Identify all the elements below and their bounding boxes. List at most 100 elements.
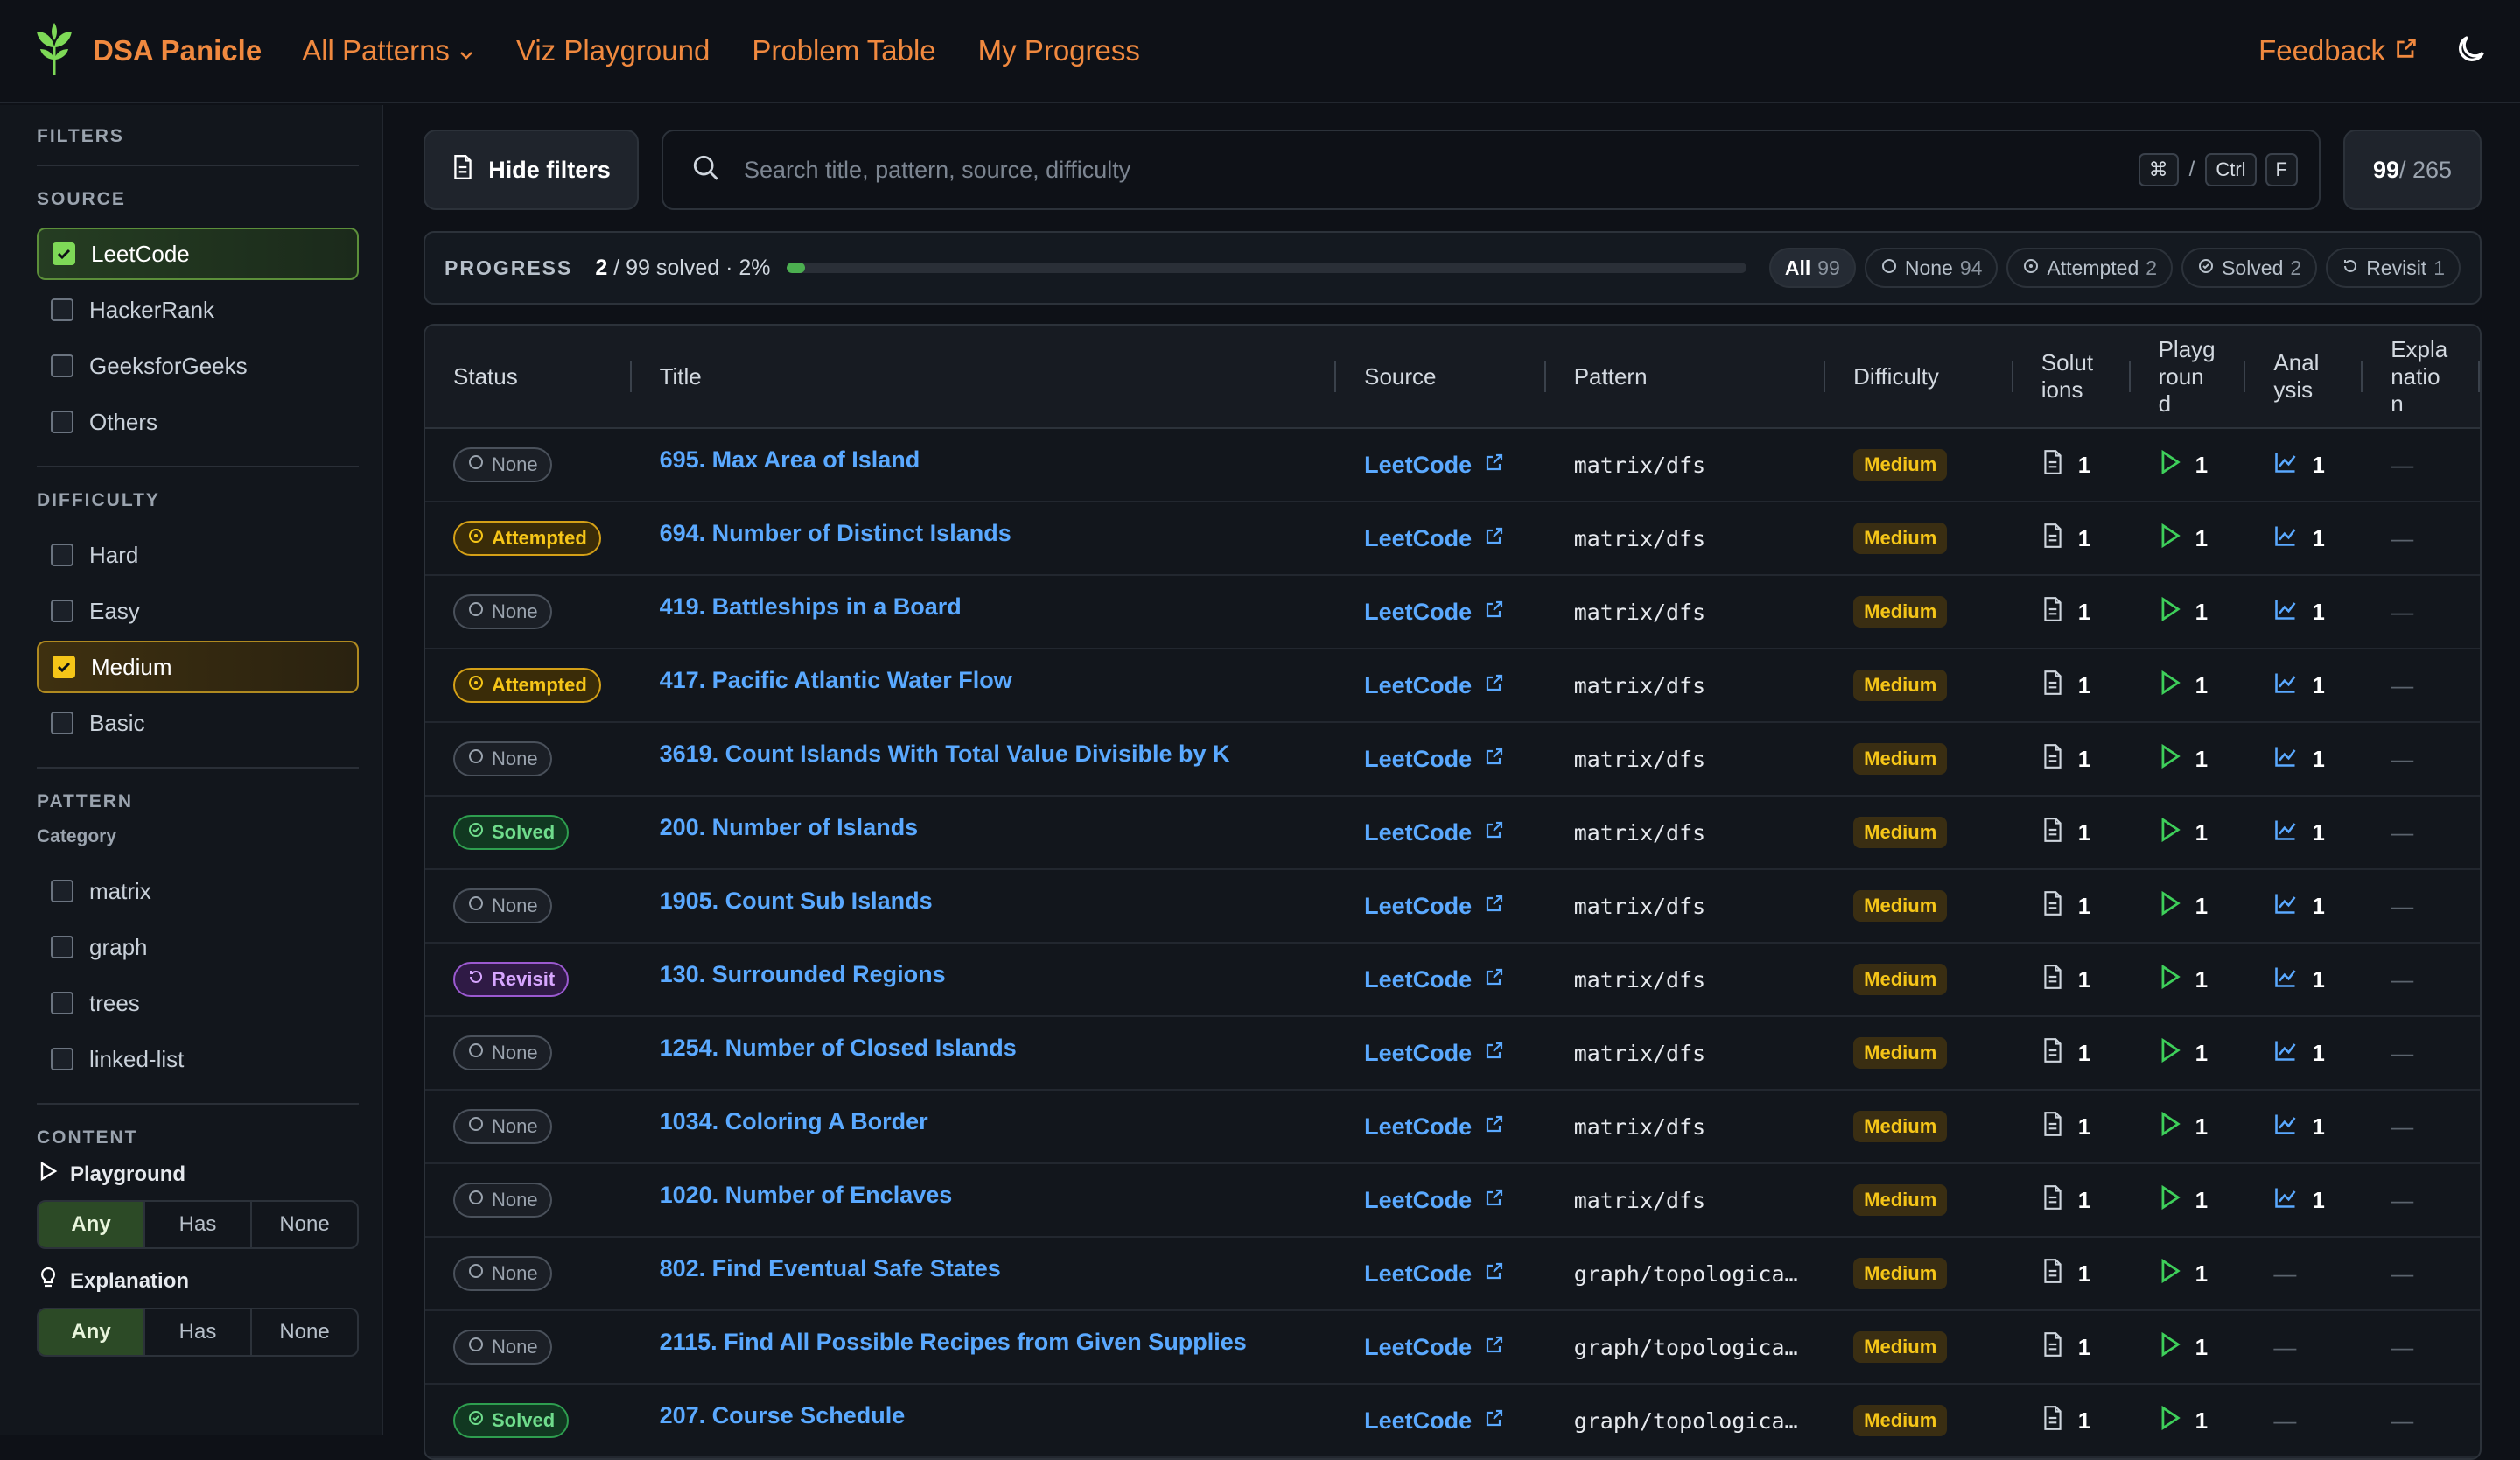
problem-title-link[interactable]: 1254. Number of Closed Islands (660, 1035, 1017, 1062)
filter-source-hackerrank[interactable]: HackerRank (37, 284, 359, 336)
solutions-count[interactable]: 1 (2041, 964, 2090, 996)
analysis-count[interactable]: 1 (2273, 450, 2325, 481)
status-badge[interactable]: None (453, 741, 552, 776)
filter-pattern-linked-list[interactable]: linked-list (37, 1033, 359, 1085)
header-source[interactable]: Source (1336, 326, 1546, 427)
playground-count[interactable]: 1 (2159, 890, 2208, 923)
status-badge[interactable]: None (453, 1035, 552, 1070)
header-status[interactable]: Status (425, 326, 632, 427)
analysis-count[interactable]: 1 (2273, 744, 2325, 775)
table-row[interactable]: None 419. Battleships in a Board LeetCode m… (425, 576, 2480, 649)
table-row[interactable]: None 1034. Coloring A Border LeetCode matri… (425, 1091, 2480, 1164)
playground-has-option[interactable]: Has (145, 1202, 252, 1247)
playground-count[interactable]: 1 (2159, 1037, 2208, 1070)
source-link[interactable]: LeetCode (1364, 1187, 1505, 1214)
status-badge[interactable]: None (453, 888, 552, 923)
table-row[interactable]: None 3619. Count Islands With Total Value… (425, 723, 2480, 797)
filter-source-geeksforgeeks[interactable]: GeeksforGeeks (37, 340, 359, 392)
hide-filters-button[interactable]: Hide filters (424, 130, 639, 210)
source-link[interactable]: LeetCode (1364, 819, 1505, 846)
solutions-count[interactable]: 1 (2041, 1331, 2090, 1364)
status-badge[interactable]: Attempted (453, 521, 601, 556)
source-link[interactable]: LeetCode (1364, 966, 1505, 993)
playground-count[interactable]: 1 (2159, 1184, 2208, 1217)
problem-title-link[interactable]: 694. Number of Distinct Islands (660, 520, 1012, 547)
table-row[interactable]: None 695. Max Area of Island LeetCode matri… (425, 429, 2480, 502)
analysis-count[interactable]: 1 (2273, 597, 2325, 628)
playground-count[interactable]: 1 (2159, 670, 2208, 702)
filter-difficulty-medium[interactable]: Medium (37, 641, 359, 693)
nav-my-progress[interactable]: My Progress (978, 34, 1140, 67)
source-link[interactable]: LeetCode (1364, 893, 1505, 920)
header-playground[interactable]: Playg roun d (2131, 326, 2246, 427)
nav-all-patterns[interactable]: All Patterns (302, 34, 474, 67)
analysis-count[interactable]: 1 (2273, 1038, 2325, 1069)
filter-difficulty-easy[interactable]: Easy (37, 585, 359, 637)
playground-count[interactable]: 1 (2159, 743, 2208, 776)
header-analysis[interactable]: Anal ysis (2245, 326, 2363, 427)
filter-pattern-matrix[interactable]: matrix (37, 865, 359, 917)
playground-count[interactable]: 1 (2159, 964, 2208, 996)
table-row[interactable]: None 802. Find Eventual Safe States LeetCo… (425, 1238, 2480, 1311)
problem-title-link[interactable]: 695. Max Area of Island (660, 446, 920, 474)
playground-any-option[interactable]: Any (38, 1202, 145, 1247)
playground-count[interactable]: 1 (2159, 596, 2208, 628)
analysis-count[interactable]: 1 (2273, 1112, 2325, 1142)
header-solutions[interactable]: Solut ions (2013, 326, 2131, 427)
source-link[interactable]: LeetCode (1364, 1260, 1505, 1288)
table-row[interactable]: None 1254. Number of Closed Islands LeetCo… (425, 1017, 2480, 1091)
explanation-none-option[interactable]: None (252, 1309, 357, 1355)
table-row[interactable]: Attempted 417. Pacific Atlantic Water Flo… (425, 649, 2480, 723)
playground-none-option[interactable]: None (252, 1202, 357, 1247)
nav-viz-playground[interactable]: Viz Playground (516, 34, 710, 67)
filter-difficulty-hard[interactable]: Hard (37, 529, 359, 581)
table-row[interactable]: Attempted 694. Number of Distinct Islands… (425, 502, 2480, 576)
header-title[interactable]: Title (632, 326, 1337, 427)
filter-difficulty-basic[interactable]: Basic (37, 697, 359, 749)
column-resize-handle[interactable] (2477, 361, 2480, 392)
filter-pattern-trees[interactable]: trees (37, 977, 359, 1029)
source-link[interactable]: LeetCode (1364, 1113, 1505, 1141)
source-link[interactable]: LeetCode (1364, 1334, 1505, 1361)
table-row[interactable]: Revisit 130. Surrounded Regions LeetCode ma… (425, 944, 2480, 1017)
chip-revisit[interactable]: Revisit 1 (2326, 248, 2460, 288)
problem-title-link[interactable]: 1034. Coloring A Border (660, 1108, 928, 1135)
source-link[interactable]: LeetCode (1364, 599, 1505, 626)
brand[interactable]: DSA Panicle (32, 21, 262, 81)
playground-count[interactable]: 1 (2159, 1111, 2208, 1143)
filter-pattern-graph[interactable]: graph (37, 921, 359, 973)
analysis-count[interactable]: 1 (2273, 670, 2325, 701)
feedback-link[interactable]: Feedback (2258, 34, 2418, 67)
solutions-count[interactable]: 1 (2041, 670, 2090, 702)
solutions-count[interactable]: 1 (2041, 817, 2090, 849)
solutions-count[interactable]: 1 (2041, 1258, 2090, 1290)
table-row[interactable]: None 1020. Number of Enclaves LeetCode matr… (425, 1164, 2480, 1238)
problem-title-link[interactable]: 1905. Count Sub Islands (660, 888, 933, 915)
problem-title-link[interactable]: 417. Pacific Atlantic Water Flow (660, 667, 1012, 694)
table-row[interactable]: None 1905. Count Sub Islands LeetCode matri… (425, 870, 2480, 944)
status-badge[interactable]: None (453, 1256, 552, 1291)
source-link[interactable]: LeetCode (1364, 525, 1505, 552)
table-row[interactable]: None 2115. Find All Possible Recipes from… (425, 1311, 2480, 1385)
analysis-count[interactable]: 1 (2273, 891, 2325, 922)
playground-count[interactable]: 1 (2159, 1405, 2208, 1437)
header-pattern[interactable]: Pattern (1546, 326, 1826, 427)
solutions-count[interactable]: 1 (2041, 743, 2090, 776)
nav-problem-table[interactable]: Problem Table (752, 34, 935, 67)
analysis-count[interactable]: 1 (2273, 1185, 2325, 1216)
solutions-count[interactable]: 1 (2041, 596, 2090, 628)
solutions-count[interactable]: 1 (2041, 1184, 2090, 1217)
theme-toggle-moon-icon[interactable] (2454, 32, 2488, 71)
problem-title-link[interactable]: 130. Surrounded Regions (660, 961, 946, 988)
problem-title-link[interactable]: 802. Find Eventual Safe States (660, 1255, 1001, 1282)
explanation-any-option[interactable]: Any (38, 1309, 145, 1355)
table-row[interactable]: Solved 200. Number of Islands LeetCode matr… (425, 797, 2480, 870)
source-link[interactable]: LeetCode (1364, 452, 1505, 479)
source-link[interactable]: LeetCode (1364, 746, 1505, 773)
status-badge[interactable]: Solved (453, 1403, 570, 1438)
status-badge[interactable]: None (453, 1330, 552, 1365)
solutions-count[interactable]: 1 (2041, 890, 2090, 923)
analysis-count[interactable]: 1 (2273, 523, 2325, 554)
source-link[interactable]: LeetCode (1364, 672, 1505, 699)
analysis-count[interactable]: 1 (2273, 818, 2325, 848)
